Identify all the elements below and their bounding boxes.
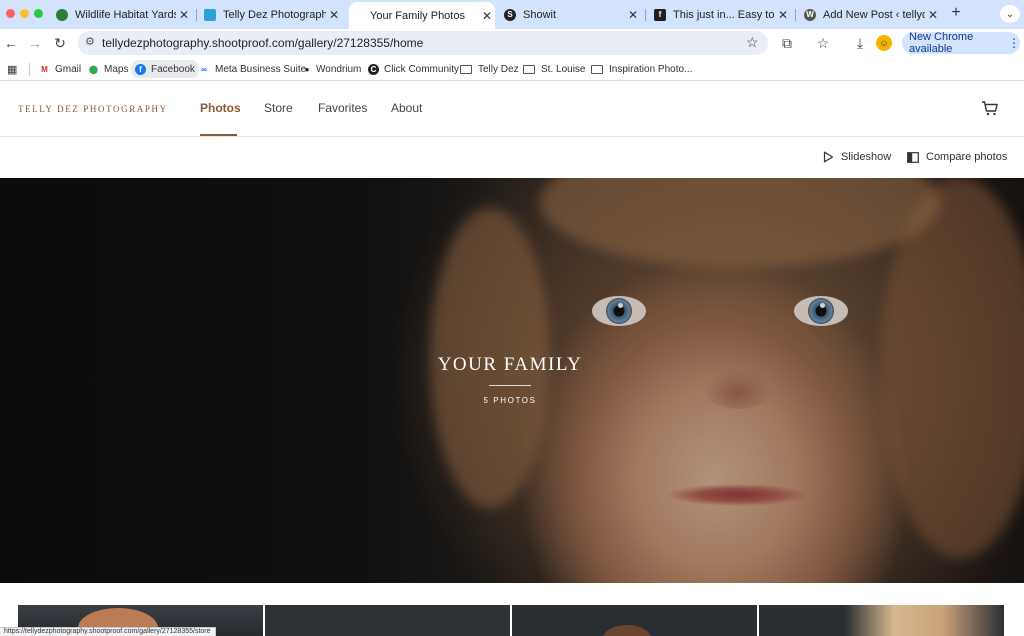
bookmark-label: Maps — [104, 63, 129, 75]
reload-icon[interactable]: ↻ — [51, 34, 69, 52]
close-tab-icon[interactable]: ✕ — [925, 8, 941, 22]
browser-tab[interactable]: W Add New Post ‹ tellydezph ✕ — [801, 2, 941, 27]
extensions-icon[interactable]: ⧉ — [778, 34, 796, 52]
browser-tab[interactable]: f This just in... Easy to Orde ✕ — [651, 2, 791, 27]
bookmark-label: Wondrium — [316, 63, 362, 75]
close-tab-icon[interactable]: ✕ — [625, 8, 641, 22]
folder-icon — [523, 64, 535, 74]
bookmark-maps[interactable]: ⬤ Maps — [88, 61, 128, 77]
wordpress-favicon-icon: W — [804, 8, 816, 21]
bookmark-label: Gmail — [55, 63, 82, 75]
tab-title: Showit — [523, 8, 557, 21]
brand-logo[interactable]: TELLY DEZ PHOTOGRAPHY — [18, 104, 168, 114]
profile-avatar-icon[interactable]: ☺ — [876, 35, 892, 51]
tab-title: Add New Post ‹ tellydezph — [823, 8, 925, 21]
new-chrome-available-button[interactable]: New Chrome available ⋮ — [902, 31, 1020, 55]
wildlife-favicon-icon — [56, 8, 68, 21]
bookmark-click-community[interactable]: C Click Community — [368, 61, 459, 77]
tab-title: This just in... Easy to Orde — [673, 8, 775, 21]
close-tab-icon[interactable]: ✕ — [479, 9, 495, 23]
cart-icon[interactable] — [981, 99, 999, 117]
folder-icon — [460, 64, 472, 74]
gallery-title: YOUR FAMILY — [437, 354, 583, 375]
facebook-icon: f — [135, 63, 146, 75]
site-header: TELLY DEZ PHOTOGRAPHY Photos Store Favor… — [0, 81, 1024, 137]
compare-photos-button[interactable]: Compare photos — [907, 151, 1007, 163]
tab-title: Wildlife Habitat Yards | Wa — [75, 8, 176, 21]
bookmark-label: Click Community — [384, 63, 460, 75]
nav-about[interactable]: About — [391, 101, 422, 115]
nav-favorites[interactable]: Favorites — [318, 101, 367, 115]
play-icon — [823, 151, 834, 163]
bookmark-wondrium[interactable]: ● Wondrium — [303, 61, 362, 77]
browser-tab-strip: Wildlife Habitat Yards | Wa ✕ Telly Dez … — [0, 0, 1024, 29]
folder-icon — [591, 64, 603, 74]
bookmark-label: Telly Dez — [478, 63, 519, 75]
gmail-icon: M — [41, 64, 48, 74]
close-tab-icon[interactable]: ✕ — [326, 8, 342, 22]
compare-label: Compare photos — [926, 151, 1008, 163]
address-bar[interactable]: ⚙ tellydezphotography.shootproof.com/gal… — [78, 31, 768, 55]
browser-tab[interactable]: S Showit ✕ — [501, 2, 641, 27]
slideshow-label: Slideshow — [841, 151, 892, 163]
bookmark-label: Inspiration Photo... — [609, 63, 693, 75]
bookmark-folder-st-louise[interactable]: St. Louise — [523, 61, 585, 77]
zoom-window-button[interactable] — [34, 9, 43, 18]
minimize-window-button[interactable] — [20, 9, 29, 18]
site-settings-icon[interactable]: ⚙ — [85, 35, 95, 48]
tab-title: Your Family Photos — [370, 9, 465, 22]
bookmark-label: Facebook — [151, 63, 195, 75]
new-tab-icon[interactable]: + — [947, 4, 965, 22]
nav-store[interactable]: Store — [264, 101, 293, 115]
back-icon[interactable]: ← — [2, 34, 20, 52]
bookmarks-icon[interactable]: ☆ — [814, 34, 832, 52]
close-tab-icon[interactable]: ✕ — [176, 8, 192, 22]
wondrium-icon: ● — [304, 64, 310, 74]
shootproof-favicon-icon — [204, 8, 216, 21]
gallery-actions: Slideshow Compare photos — [0, 137, 1024, 178]
title-divider — [489, 385, 531, 386]
tab-search-chevron-icon[interactable]: ⌄ — [1000, 5, 1020, 23]
browser-tab-active[interactable]: Your Family Photos ✕ — [349, 2, 495, 29]
bookmark-gmail[interactable]: M Gmail — [39, 61, 81, 77]
bookmarks-bar: ▦ M Gmail ⬤ Maps f Facebook ∞ Meta Busin… — [0, 57, 1024, 81]
facebook-favicon-icon: f — [654, 8, 666, 21]
gallery-cover-image: YOUR FAMILY 5 PHOTOS — [0, 178, 1024, 583]
address-url: tellydezphotography.shootproof.com/galle… — [102, 36, 424, 50]
nav-photos[interactable]: Photos — [200, 101, 241, 115]
bookmark-label: Meta Business Suite — [215, 63, 307, 75]
close-tab-icon[interactable]: ✕ — [775, 8, 791, 22]
photo-thumbnail[interactable] — [265, 605, 510, 636]
close-window-button[interactable] — [6, 9, 15, 18]
link-preview-status: https://tellydezphotography.shootproof.c… — [0, 627, 216, 636]
browser-toolbar: ← → ↻ ⚙ tellydezphotography.shootproof.c… — [0, 29, 1024, 57]
browser-tab[interactable]: Wildlife Habitat Yards | Wa ✕ — [52, 2, 192, 27]
menu-dots-icon: ⋮ — [1008, 36, 1020, 50]
bookmark-meta-business-suite[interactable]: ∞ Meta Business Suite — [198, 61, 306, 77]
bookmark-star-icon[interactable]: ☆ — [746, 34, 759, 51]
tab-title: Telly Dez Photography | Sh — [223, 8, 326, 21]
forward-icon[interactable]: → — [26, 34, 44, 52]
bookmark-facebook[interactable]: f Facebook — [131, 60, 199, 78]
update-label: New Chrome available — [909, 31, 974, 55]
meta-icon: ∞ — [201, 64, 207, 74]
photo-count: 5 PHOTOS — [483, 396, 537, 405]
download-icon[interactable]: ⤓ — [851, 34, 869, 52]
browser-tab[interactable]: Telly Dez Photography | Sh ✕ — [200, 2, 342, 27]
photo-thumbnail[interactable] — [759, 605, 1004, 636]
photo-thumbnail[interactable] — [512, 605, 757, 636]
bookmark-folder-inspiration[interactable]: Inspiration Photo... — [591, 61, 692, 77]
active-nav-indicator — [200, 134, 237, 136]
maps-icon: ⬤ — [89, 64, 98, 74]
click-community-icon: C — [368, 63, 379, 75]
bookmark-label: St. Louise — [541, 63, 586, 75]
bookmark-folder-telly-dez[interactable]: Telly Dez — [460, 61, 519, 77]
slideshow-button[interactable]: Slideshow — [823, 151, 891, 163]
compare-icon — [907, 151, 919, 163]
apps-grid-icon[interactable]: ▦ — [7, 61, 17, 77]
showit-favicon-icon: S — [504, 8, 516, 21]
